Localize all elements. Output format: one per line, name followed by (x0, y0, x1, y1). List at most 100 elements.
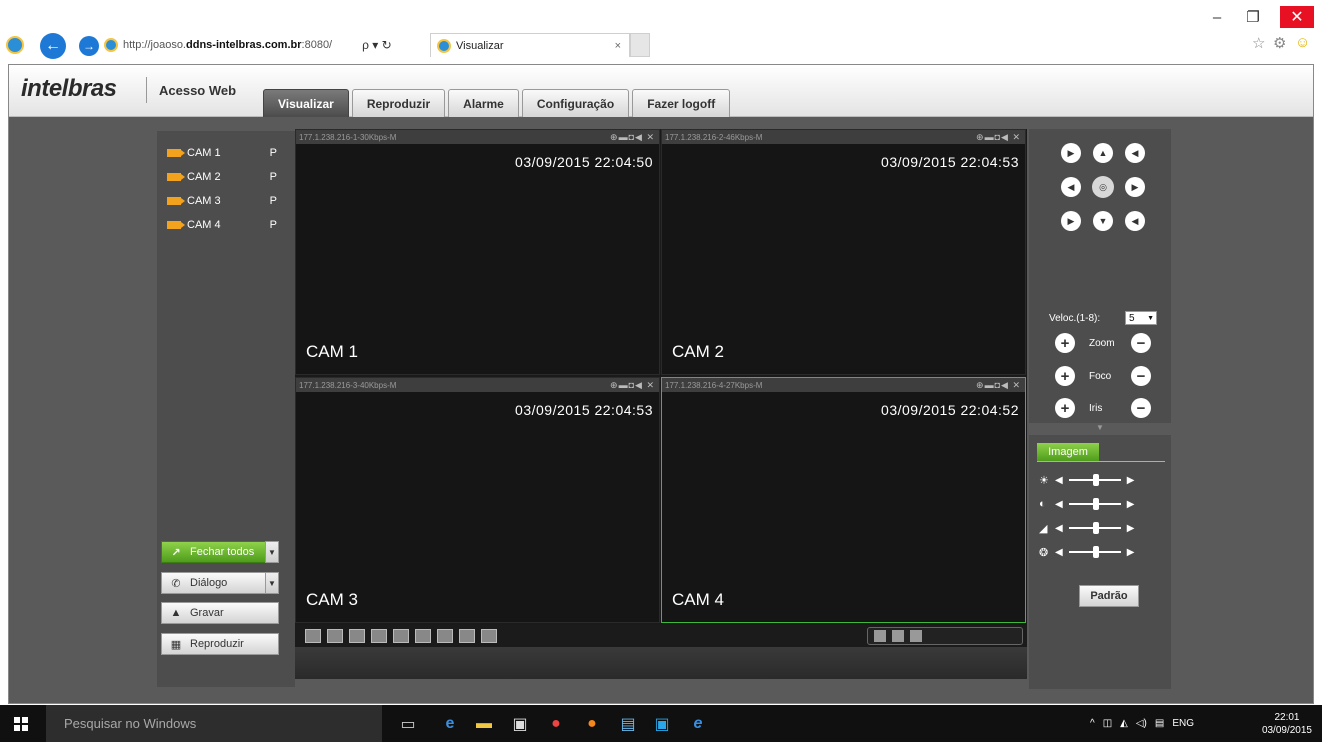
windows-start-icon[interactable] (14, 717, 28, 731)
taskbar-search-input[interactable]: Pesquisar no Windows (46, 705, 382, 742)
remote-desktop-icon[interactable]: ▣ (652, 714, 672, 734)
single-view-icon[interactable] (892, 630, 904, 642)
image-tab[interactable]: Imagem (1037, 443, 1099, 461)
saturation-knob[interactable] (1092, 522, 1099, 534)
camera-item-1[interactable]: CAM 1 P (167, 145, 287, 161)
wifi-icon[interactable]: ◭ (1120, 718, 1128, 729)
ptz-down-right-button[interactable]: ◀ (1125, 211, 1145, 231)
brightness-decrease[interactable]: ◀ (1055, 475, 1063, 486)
notification-icon[interactable]: ▤ (1155, 718, 1164, 729)
camera-item-3[interactable]: CAM 3 P (167, 193, 287, 209)
layout-13-icon[interactable] (459, 629, 475, 643)
search-refresh-icons[interactable]: ρ ▾ ↻ (362, 38, 392, 52)
grid-view-icon[interactable] (910, 630, 922, 642)
video-cell-4[interactable]: 177.1.238.216-4-27Kbps-M ⊕▬◘◀ ✕ 03/09/20… (661, 377, 1026, 623)
saturation-decrease[interactable]: ◀ (1055, 523, 1063, 534)
ptz-left-button[interactable]: ◀ (1061, 177, 1081, 197)
file-explorer-icon[interactable]: ▬ (474, 714, 494, 734)
layout-6-icon[interactable] (393, 629, 409, 643)
cell-control-icons[interactable]: ⊕▬◘◀ ✕ (610, 380, 655, 391)
address-url[interactable]: http://joaoso.ddns-intelbras.com.br:8080… (123, 39, 332, 51)
ptz-collapse-toggle[interactable]: ▼ (1029, 423, 1171, 435)
forward-button[interactable]: → (79, 36, 99, 56)
address-bar[interactable]: http://joaoso.ddns-intelbras.com.br:8080… (104, 34, 424, 56)
contrast-decrease[interactable]: ◀ (1055, 499, 1063, 510)
tray-clock[interactable]: 22:01 03/09/2015 (1262, 711, 1312, 737)
focus-out-button[interactable]: − (1131, 366, 1151, 386)
layout-full-icon[interactable] (305, 629, 321, 643)
brightness-increase[interactable]: ▶ (1127, 475, 1135, 486)
contrast-slider[interactable] (1068, 498, 1121, 510)
tray-expand-icon[interactable]: ^ (1090, 718, 1095, 729)
minimize-button[interactable]: – (1200, 6, 1234, 28)
video-cell-1[interactable]: 177.1.238.216-1-30Kbps-M ⊕▬◘◀ ✕ 03/09/20… (295, 129, 660, 375)
ptz-up-right-button[interactable]: ◀ (1125, 143, 1145, 163)
language-indicator[interactable]: ENG (1172, 718, 1194, 729)
cell-control-icons[interactable]: ⊕▬◘◀ ✕ (976, 132, 1021, 143)
chrome-icon[interactable]: ● (546, 714, 566, 734)
favorites-star-icon[interactable]: ☆ (1252, 34, 1265, 52)
back-button[interactable]: ← (40, 33, 66, 59)
internet-explorer-icon[interactable]: e (688, 714, 708, 734)
layout-8-icon[interactable] (415, 629, 431, 643)
saturation-slider[interactable] (1068, 522, 1121, 534)
hue-knob[interactable] (1092, 546, 1099, 558)
camera-item-2[interactable]: CAM 2 P (167, 169, 287, 185)
tab-configuracao[interactable]: Configuração (521, 89, 630, 117)
close-all-dropdown[interactable]: ▼ (265, 541, 279, 563)
ptz-down-button[interactable]: ▼ (1093, 211, 1113, 231)
edge-icon[interactable]: e (440, 714, 460, 734)
tab-close-icon[interactable]: × (615, 40, 621, 52)
video-cell-3[interactable]: 177.1.238.216-3-40Kbps-M ⊕▬◘◀ ✕ 03/09/20… (295, 377, 660, 623)
stream-toggle-icon[interactable] (874, 630, 886, 642)
close-all-button[interactable]: ↗ Fechar todos (161, 541, 279, 563)
control-panel-icon[interactable]: ▤ (618, 714, 638, 734)
layout-1-icon[interactable] (349, 629, 365, 643)
network-icon[interactable]: ◫ (1103, 718, 1112, 729)
ptz-down-left-button[interactable]: ▶ (1061, 211, 1081, 231)
contrast-increase[interactable]: ▶ (1127, 499, 1135, 510)
feedback-smiley-icon[interactable]: ☺ (1295, 34, 1310, 51)
contrast-knob[interactable] (1092, 498, 1099, 510)
record-button[interactable]: ▲ Gravar (161, 602, 279, 624)
tab-visualizar[interactable]: Visualizar (263, 89, 349, 117)
brightness-knob[interactable] (1092, 474, 1099, 486)
firefox-icon[interactable]: ● (582, 714, 602, 734)
close-window-button[interactable]: ✕ (1280, 6, 1314, 28)
layout-16-icon[interactable] (481, 629, 497, 643)
tab-reproduzir[interactable]: Reproduzir (351, 89, 446, 117)
video-cell-2[interactable]: 177.1.238.216-2-46Kbps-M ⊕▬◘◀ ✕ 03/09/20… (661, 129, 1026, 375)
layout-9-icon[interactable] (437, 629, 453, 643)
volume-icon[interactable]: ◁) (1136, 718, 1147, 729)
ptz-up-button[interactable]: ▲ (1093, 143, 1113, 163)
dialog-button[interactable]: ✆ Diálogo (161, 572, 279, 594)
fullscreen-icon[interactable] (327, 629, 343, 643)
playback-button[interactable]: ▦ Reproduzir (161, 633, 279, 655)
layout-4-icon[interactable] (371, 629, 387, 643)
iris-open-button[interactable]: + (1055, 398, 1075, 418)
brightness-slider[interactable] (1068, 474, 1121, 486)
dialog-dropdown[interactable]: ▼ (265, 572, 279, 594)
camera-item-4[interactable]: CAM 4 P (167, 217, 287, 233)
restore-button[interactable]: ❐ (1236, 6, 1270, 28)
hue-decrease[interactable]: ◀ (1055, 547, 1063, 558)
tab-fazer-logoff[interactable]: Fazer logoff (632, 89, 731, 117)
zoom-out-button[interactable]: − (1131, 333, 1151, 353)
hue-increase[interactable]: ▶ (1127, 547, 1135, 558)
speed-select[interactable]: 5 (1125, 311, 1157, 325)
default-button[interactable]: Padrão (1079, 585, 1139, 607)
settings-gear-icon[interactable]: ⚙ (1273, 34, 1286, 52)
zoom-in-button[interactable]: + (1055, 333, 1075, 353)
task-view-icon[interactable]: ▭ (398, 714, 418, 734)
store-icon[interactable]: ▣ (510, 714, 530, 734)
iris-close-button[interactable]: − (1131, 398, 1151, 418)
tab-alarme[interactable]: Alarme (448, 89, 519, 117)
browser-tab-visualizar[interactable]: Visualizar × (430, 33, 630, 57)
ptz-right-button[interactable]: ▶ (1125, 177, 1145, 197)
new-tab-button[interactable] (630, 33, 650, 57)
ptz-center-icon[interactable]: ◎ (1092, 176, 1114, 198)
focus-in-button[interactable]: + (1055, 366, 1075, 386)
cell-control-icons[interactable]: ⊕▬◘◀ ✕ (610, 132, 655, 143)
saturation-increase[interactable]: ▶ (1127, 523, 1135, 534)
ptz-up-left-button[interactable]: ▶ (1061, 143, 1081, 163)
